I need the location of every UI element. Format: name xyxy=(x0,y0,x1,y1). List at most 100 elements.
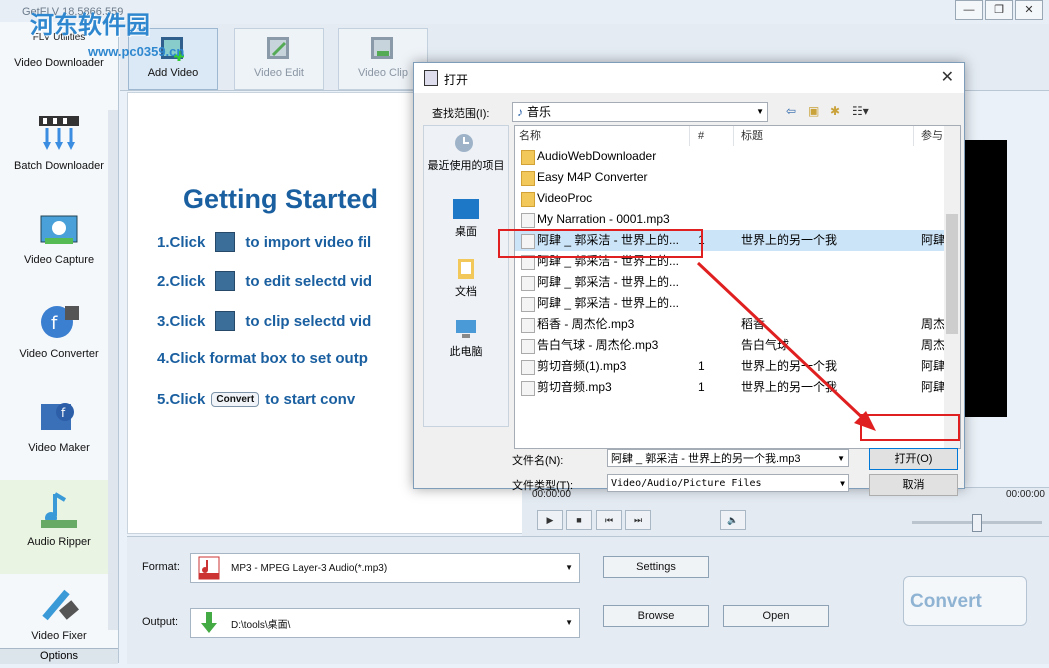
column-artist[interactable]: 参与 xyxy=(921,126,943,146)
browse-button[interactable]: Browse xyxy=(603,605,709,627)
format-select[interactable]: MP3 - MPEG Layer-3 Audio(*.mp3) ▼ xyxy=(190,553,580,583)
file-name: Easy M4P Converter xyxy=(537,170,648,184)
step-2: 2.Click to edit selectd vid xyxy=(157,271,372,291)
step-3: 3.Click to clip selectd vid xyxy=(157,311,371,331)
output-label: Output: xyxy=(142,616,179,628)
step-post: to start conv xyxy=(265,391,356,408)
file-list-scrollbar[interactable] xyxy=(944,126,960,448)
places-bar: 最近使用的项目 桌面 文档 此电脑 xyxy=(423,125,509,427)
video-clip-mini-icon xyxy=(215,311,236,331)
sidebar-item-label: Video Converter xyxy=(19,348,99,360)
step-pre: 2.Click xyxy=(157,272,206,290)
back-icon[interactable]: ⇦ xyxy=(786,104,796,118)
volume-slider-thumb[interactable] xyxy=(972,514,982,532)
converter-icon: f xyxy=(41,306,79,338)
sidebar-item-audio-ripper[interactable]: Audio Ripper xyxy=(0,480,118,574)
file-title: 世界上的另一个我 xyxy=(741,233,838,247)
folder-icon xyxy=(521,192,535,207)
new-folder-icon[interactable]: ✱ xyxy=(830,104,840,118)
file-name: 阿肆 _ 郭采洁 - 世界上的... xyxy=(537,275,680,289)
chevron-down-icon: ▼ xyxy=(565,618,573,627)
dialog-open-button[interactable]: 打开(O) xyxy=(869,448,958,470)
step-1: 1.Click to import video fil xyxy=(157,232,371,252)
sidebar-item-video-converter[interactable]: f Video Converter xyxy=(0,292,118,386)
dialog-cancel-button[interactable]: 取消 xyxy=(869,474,958,496)
add-video-label: Add Video xyxy=(147,67,199,79)
step-4: 4.Click format box to set outp xyxy=(157,350,368,367)
maker-icon: f xyxy=(41,403,74,430)
sidebar-item-label: Batch Downloader xyxy=(14,160,104,172)
annotation-arrow xyxy=(696,261,876,431)
sidebar-item-batch-downloader[interactable]: Batch Downloader xyxy=(0,104,118,198)
open-folder-button[interactable]: Open xyxy=(723,605,829,627)
look-in-select[interactable]: ♪ 音乐 ▼ xyxy=(512,102,768,122)
look-in-value: 音乐 xyxy=(527,105,552,119)
sidebar-item-video-maker[interactable]: f Video Maker xyxy=(0,386,118,480)
next-button[interactable]: ⏭ xyxy=(625,510,651,530)
step-pre: 3.Click xyxy=(157,312,206,330)
dialog-title: 打开 xyxy=(444,73,469,87)
options-button[interactable]: Options xyxy=(0,648,118,664)
column-title[interactable]: 标题 xyxy=(741,126,763,146)
file-row[interactable]: AudioWebDownloader xyxy=(515,146,945,167)
dialog-app-icon xyxy=(424,70,438,86)
sidebar-item-label: Video Capture xyxy=(23,254,95,266)
minimize-button[interactable]: — xyxy=(955,0,983,20)
step-post: to clip selectd vid xyxy=(245,312,372,330)
file-name: AudioWebDownloader xyxy=(537,149,657,163)
file-name: 稻香 - 周杰伦.mp3 xyxy=(537,317,635,331)
file-artist: 周杰 xyxy=(921,317,945,331)
filetype-label: 文件类型(T): xyxy=(512,480,574,492)
music-note-icon: ♪ xyxy=(517,105,523,119)
scrollbar-thumb[interactable] xyxy=(946,214,958,334)
place-documents[interactable]: 文档 xyxy=(424,258,508,299)
up-folder-icon[interactable]: ▣ xyxy=(808,104,819,118)
restore-button[interactable]: ❐ xyxy=(985,0,1013,20)
prev-button[interactable]: ⏮ xyxy=(596,510,622,530)
filename-input[interactable]: 阿肆 _ 郭采洁 - 世界上的另一个我.mp3 ▼ xyxy=(607,449,849,467)
recent-icon xyxy=(455,134,473,152)
settings-button[interactable]: Settings xyxy=(603,556,709,578)
dialog-close-icon[interactable]: ✕ xyxy=(941,67,954,87)
video-preview xyxy=(962,140,1007,417)
file-artist: 阿肆 xyxy=(921,380,945,394)
column-name[interactable]: 名称 xyxy=(519,126,541,146)
file-icon xyxy=(521,381,535,396)
stop-button[interactable]: ■ xyxy=(566,510,592,530)
file-icon xyxy=(521,360,535,375)
file-name: 剪切音频.mp3 xyxy=(537,380,612,394)
watermark-logo: 河东软件园 xyxy=(30,12,150,39)
filetype-select[interactable]: Video/Audio/Picture Files ▼ xyxy=(607,474,849,492)
documents-icon xyxy=(458,259,474,279)
computer-icon xyxy=(456,320,476,338)
file-name: 剪切音频(1).mp3 xyxy=(537,359,627,373)
close-button[interactable]: ✕ xyxy=(1015,0,1043,20)
volume-icon[interactable]: 🔈 xyxy=(720,510,746,530)
getting-started-title: Getting Started xyxy=(183,184,379,214)
column-number[interactable]: # xyxy=(698,126,704,146)
time-total: 00:00:00 xyxy=(1006,489,1045,500)
video-edit-button[interactable]: Video Edit xyxy=(234,28,324,90)
place-desktop[interactable]: 桌面 xyxy=(424,198,508,239)
place-label: 最近使用的项目 xyxy=(427,160,505,172)
place-label: 此电脑 xyxy=(449,346,483,358)
download-arrow-icon xyxy=(201,612,217,633)
sidebar-scrollbar[interactable] xyxy=(108,110,118,630)
chevron-down-icon: ▼ xyxy=(840,479,845,488)
sidebar-item-video-capture[interactable]: Video Capture xyxy=(0,198,118,292)
convert-button[interactable]: Convert xyxy=(903,576,1027,626)
format-value: MP3 - MPEG Layer-3 Audio(*.mp3) xyxy=(231,562,388,574)
view-menu-icon[interactable]: ☷▾ xyxy=(852,104,869,118)
file-row[interactable]: Easy M4P Converter xyxy=(515,167,945,188)
place-label: 文档 xyxy=(455,286,477,298)
file-row[interactable]: VideoProc xyxy=(515,188,945,209)
file-row[interactable]: My Narration - 0001.mp3 xyxy=(515,209,945,230)
output-path-select[interactable]: D:\tools\桌面\ ▼ xyxy=(190,608,580,638)
filename-value: 阿肆 _ 郭采洁 - 世界上的另一个我.mp3 xyxy=(611,453,801,465)
window-controls: — ❐ ✕ xyxy=(955,0,1043,20)
file-name: VideoProc xyxy=(537,191,593,205)
file-icon xyxy=(521,213,535,228)
place-this-pc[interactable]: 此电脑 xyxy=(424,318,508,359)
play-button[interactable]: ▶ xyxy=(537,510,563,530)
place-recent[interactable]: 最近使用的项目 xyxy=(424,132,508,173)
